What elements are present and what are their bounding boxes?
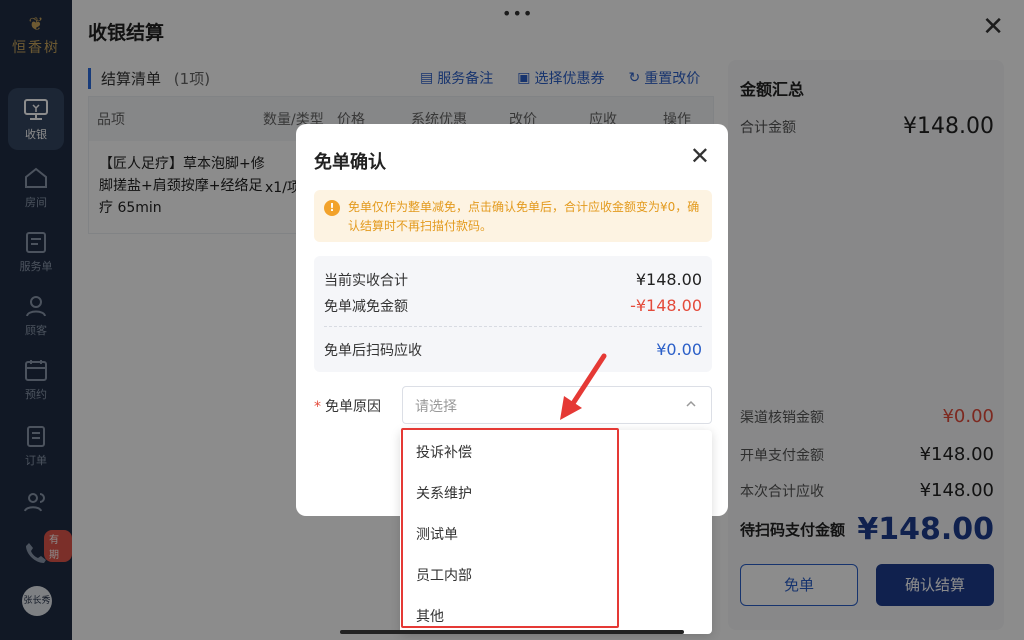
- amount-row: 免单后扫码应收 ¥0.00: [324, 340, 702, 360]
- arrow-annotation-icon: [560, 353, 607, 420]
- required-mark: *: [314, 399, 321, 415]
- amount-value: ¥0.00: [656, 340, 702, 359]
- chevron-up-icon: [686, 400, 696, 407]
- dropdown-option[interactable]: 测试单: [416, 524, 458, 544]
- divider: [324, 326, 702, 327]
- warning-text: 免单仅作为整单减免，点击确认免单后，合计应收金额变为¥0，确认结算时不再扫描付款…: [348, 200, 700, 233]
- modal-close-icon[interactable]: ✕: [690, 144, 710, 168]
- amount-row: 当前实收合计 ¥148.00: [324, 270, 702, 290]
- home-indicator: [340, 630, 684, 634]
- modal-title: 免单确认: [314, 152, 386, 173]
- reason-label: * 免单原因: [314, 396, 381, 416]
- warning-alert: ! 免单仅作为整单减免，点击确认免单后，合计应收金额变为¥0，确认结算时不再扫描…: [314, 190, 712, 242]
- amount-value: -¥148.00: [630, 296, 702, 315]
- reason-label-text: 免单原因: [325, 399, 381, 415]
- dropdown-option[interactable]: 关系维护: [416, 483, 472, 503]
- dropdown-option[interactable]: 员工内部: [416, 565, 472, 585]
- amount-value: ¥148.00: [635, 270, 702, 289]
- dropdown-option[interactable]: 投诉补偿: [416, 442, 472, 462]
- reason-placeholder: 请选择: [415, 399, 457, 415]
- amount-label: 免单减免金额: [324, 299, 408, 315]
- amount-label: 免单后扫码应收: [324, 343, 422, 359]
- reason-dropdown: 投诉补偿 关系维护 测试单 员工内部 其他: [400, 430, 712, 634]
- dropdown-option[interactable]: 其他: [416, 606, 444, 626]
- amount-row: 免单减免金额 -¥148.00: [324, 296, 702, 316]
- amounts-box: 当前实收合计 ¥148.00 免单减免金额 -¥148.00 免单后扫码应收 ¥…: [314, 256, 712, 372]
- amount-label: 当前实收合计: [324, 273, 408, 289]
- warning-icon: !: [324, 200, 340, 216]
